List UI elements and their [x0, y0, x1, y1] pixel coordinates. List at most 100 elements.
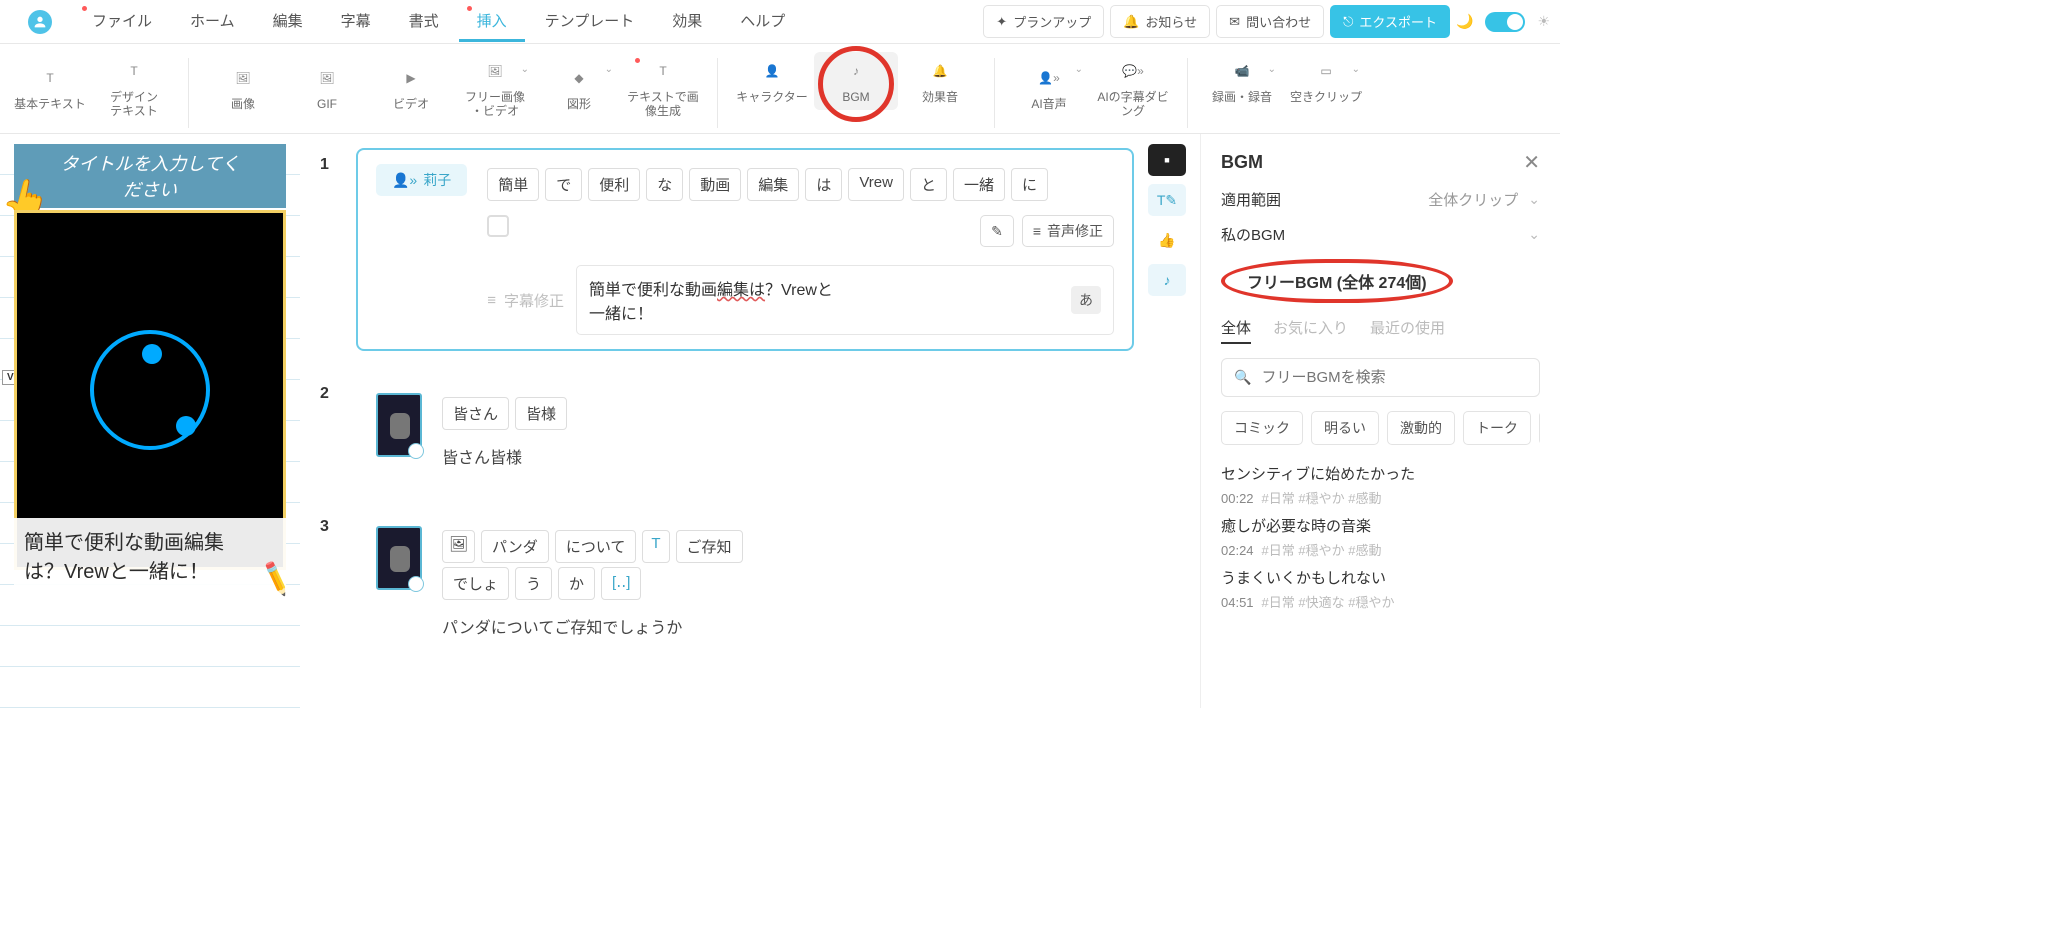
user-avatar[interactable]	[28, 10, 52, 34]
clip-number: 3	[320, 510, 340, 654]
filter-chip[interactable]: 軽	[1539, 411, 1540, 445]
clip-2[interactable]: 2皆さん皆様皆さん皆様00:03+ 1.39秒	[320, 377, 1134, 484]
tool-rec[interactable]: 📹録画・録音⌄	[1200, 52, 1284, 110]
audio-fix-button[interactable]: ≡ 音声修正	[1022, 215, 1114, 247]
tool-char[interactable]: 👤キャラクター	[730, 52, 814, 110]
filter-chip[interactable]: コミック	[1221, 411, 1303, 445]
token[interactable]: パンダ	[481, 530, 549, 563]
gif-icon: 🖼	[314, 65, 340, 91]
bgm-tab-1[interactable]: お気に入り	[1273, 317, 1348, 344]
tool-Ts[interactable]: Tデザイン テキスト	[92, 52, 176, 125]
notifications-button[interactable]: 🔔お知らせ	[1110, 5, 1210, 38]
menu-ファイル[interactable]: ファイル	[74, 2, 170, 42]
video-preview[interactable]	[14, 210, 286, 570]
tool-T[interactable]: T基本テキスト	[8, 52, 92, 125]
text-tool[interactable]: T ✎	[1148, 184, 1186, 216]
sticker-tool[interactable]: 👍	[1148, 224, 1186, 256]
lang-badge[interactable]: あ	[1071, 286, 1101, 314]
tool-aivo[interactable]: 👤»AI音声⌄	[1007, 52, 1091, 125]
token[interactable]: 一緒	[953, 168, 1005, 201]
subtitle-plain: パンダについてご存知でしょうか	[442, 614, 1114, 638]
token[interactable]: Vrew	[848, 168, 904, 201]
clip-1[interactable]: 1👤» 莉子簡単で便利な動画編集はVrewと一緒に✎≡ 音声修正≡ 字幕修正簡単…	[320, 148, 1134, 351]
aivo-icon: 👤»	[1036, 65, 1062, 91]
mail-icon: ✉	[1229, 14, 1240, 30]
filter-chip[interactable]: 激動的	[1387, 411, 1455, 445]
music-tool[interactable]: ♪	[1148, 264, 1186, 296]
bgm-icon: ♪	[843, 58, 869, 84]
bgm-tab-0[interactable]: 全体	[1221, 317, 1251, 344]
timeline-pane: 1👤» 莉子簡単で便利な動画編集はVrewと一緒に✎≡ 音声修正≡ 字幕修正簡単…	[300, 134, 1148, 708]
token[interactable]: [‥]	[601, 567, 641, 600]
token[interactable]: と	[910, 168, 947, 201]
token[interactable]: か	[558, 567, 595, 600]
tool-shape[interactable]: ◆図形⌄	[537, 52, 621, 125]
chevron-down-icon: ⌄	[1528, 191, 1540, 208]
tool-free[interactable]: 🖼フリー画像 ・ビデオ⌄	[453, 52, 537, 125]
subtitle-plain: 皆さん皆様	[442, 444, 1114, 468]
clip-thumbnail[interactable]	[376, 526, 422, 590]
search-input[interactable]	[1261, 369, 1527, 386]
speaker-chip[interactable]: 👤» 莉子	[376, 164, 467, 196]
rec-icon: 📹	[1229, 58, 1255, 84]
token[interactable]: 動画	[689, 168, 741, 201]
clip-thumbnail[interactable]	[376, 393, 422, 457]
filter-chip[interactable]: トーク	[1463, 411, 1531, 445]
tool-img[interactable]: 🖼画像	[201, 52, 285, 125]
tool-bgm[interactable]: ♪BGM	[814, 52, 898, 110]
menu-書式[interactable]: 書式	[391, 2, 457, 42]
clip-3[interactable]: 3🖼パンダについてTご存知でしょうか[‥]パンダについてご存知でしょうか00:0…	[320, 510, 1134, 654]
token[interactable]: 皆さん	[442, 397, 509, 430]
edit-button[interactable]: ✎	[980, 215, 1014, 247]
menu-ホーム[interactable]: ホーム	[172, 2, 253, 42]
menu-編集[interactable]: 編集	[255, 2, 321, 42]
token[interactable]: 編集	[747, 168, 799, 201]
tool-sfx[interactable]: 🔔効果音	[898, 52, 982, 110]
my-bgm-row[interactable]: 私のBGM ⌄	[1221, 224, 1540, 245]
sfx-icon: 🔔	[927, 58, 953, 84]
menu-ヘルプ[interactable]: ヘルプ	[722, 2, 803, 42]
theme-toggle[interactable]	[1485, 12, 1525, 32]
clip-checkbox[interactable]	[487, 215, 509, 237]
token[interactable]: う	[515, 567, 552, 600]
bgm-item[interactable]: センシティブに始めたかった00:22#日常 #穏やか #感動	[1221, 459, 1540, 511]
plan-upgrade-button[interactable]: ✦プランアップ	[983, 5, 1104, 38]
scope-row[interactable]: 適用範囲 全体クリップ⌄	[1221, 189, 1540, 210]
tool-tximg[interactable]: Tテキストで画 像生成	[621, 52, 705, 125]
tool-gif[interactable]: 🖼GIF	[285, 52, 369, 125]
tool-empty[interactable]: ▭空きクリップ⌄	[1284, 52, 1368, 110]
menu-テンプレート[interactable]: テンプレート	[527, 2, 653, 42]
image-chip-icon[interactable]: 🖼	[442, 530, 475, 563]
bgm-search[interactable]: 🔍	[1221, 358, 1540, 397]
title-banner[interactable]: タイトルを入力してく ださい 👆	[14, 144, 286, 208]
token[interactable]: は	[805, 168, 842, 201]
menu-挿入[interactable]: 挿入	[459, 2, 525, 42]
token[interactable]: に	[1011, 168, 1048, 201]
bgm-item[interactable]: うまくいくかもしれない04:51#日常 #快適な #穏やか	[1221, 563, 1540, 615]
export-button[interactable]: ⎋エクスポート	[1330, 5, 1450, 38]
contact-button[interactable]: ✉問い合わせ	[1216, 5, 1324, 38]
token[interactable]: ご存知	[676, 530, 743, 563]
bgm-item[interactable]: 癒しが必要な時の音楽02:24#日常 #穏やか #感動	[1221, 511, 1540, 563]
bgm-tab-2[interactable]: 最近の使用	[1370, 317, 1445, 344]
subtitle-fix-label[interactable]: ≡ 字幕修正	[487, 290, 564, 311]
menu-効果[interactable]: 効果	[654, 2, 720, 42]
token[interactable]: な	[646, 168, 683, 201]
subtitle-text[interactable]: 簡単で便利な動画編集は？Vrewと 一緒に！あ	[576, 265, 1114, 335]
empty-icon: ▭	[1313, 58, 1339, 84]
tool-aidub[interactable]: 💬»AIの字幕ダビ ング	[1091, 52, 1175, 125]
token[interactable]: 皆様	[515, 397, 567, 430]
token[interactable]: 便利	[588, 168, 640, 201]
thumbnail-tool[interactable]: ■	[1148, 144, 1186, 176]
token[interactable]: で	[545, 168, 582, 201]
token[interactable]: でしょ	[442, 567, 509, 600]
filter-chip[interactable]: 明るい	[1311, 411, 1379, 445]
tool-vid[interactable]: ▶ビデオ	[369, 52, 453, 125]
token[interactable]: について	[555, 530, 637, 563]
aidub-icon: 💬»	[1120, 58, 1146, 84]
text-chip-icon[interactable]: T	[642, 530, 669, 563]
close-icon[interactable]: ✕	[1523, 150, 1540, 175]
vid-icon: ▶	[398, 65, 424, 91]
token[interactable]: 簡単	[487, 168, 539, 201]
menu-字幕[interactable]: 字幕	[323, 2, 389, 42]
